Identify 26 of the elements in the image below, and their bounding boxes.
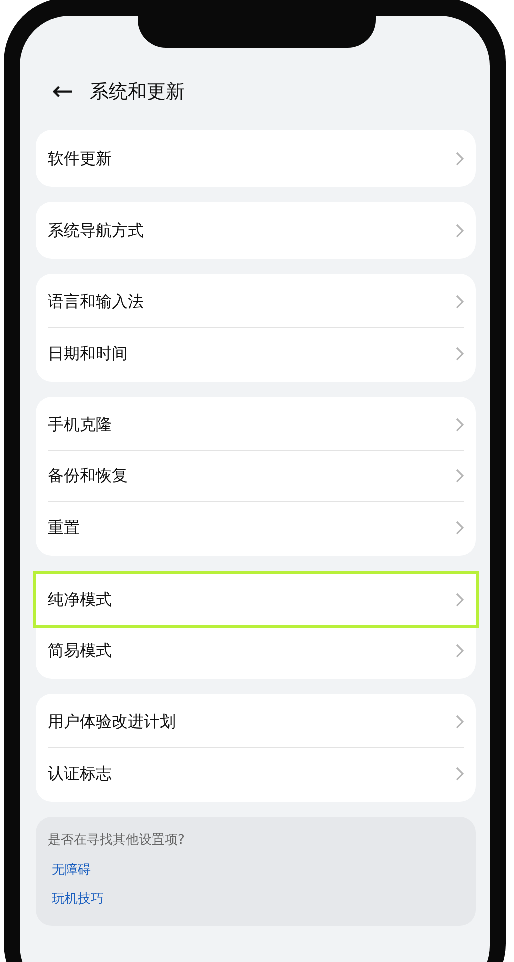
chevron-icon	[456, 346, 464, 360]
settings-item[interactable]: 软件更新	[48, 133, 464, 184]
settings-item[interactable]: 日期和时间	[48, 328, 464, 379]
settings-item[interactable]: 重置	[48, 502, 464, 553]
back-button[interactable]: ←	[48, 79, 78, 105]
chevron-icon	[456, 295, 464, 309]
chevron-icon	[456, 644, 464, 658]
settings-item[interactable]: 手机克隆	[48, 400, 464, 451]
settings-item[interactable]: 用户体验改进计划	[48, 697, 464, 748]
chevron-icon	[456, 592, 464, 606]
chevron-icon	[456, 152, 464, 166]
chevron-icon	[456, 469, 464, 483]
suggestion-link[interactable]: 玩机技巧	[52, 890, 104, 910]
settings-item[interactable]: 简易模式	[48, 625, 464, 676]
settings-item[interactable]: 系统导航方式	[48, 205, 464, 256]
chevron-icon	[456, 715, 464, 729]
chevron-icon	[456, 418, 464, 432]
suggestion-title: 是否在寻找其他设置项?	[48, 832, 186, 850]
settings-item[interactable]: 备份和恢复	[48, 451, 464, 502]
settings-item[interactable]: 语言和输入法	[48, 277, 464, 328]
chevron-icon	[456, 520, 464, 534]
suggestion-link[interactable]: 无障碍	[52, 860, 91, 880]
chevron-icon	[456, 224, 464, 238]
chevron-icon	[456, 766, 464, 780]
page-title: 系统和更新	[90, 80, 185, 105]
settings-item[interactable]: 认证标志	[48, 748, 464, 799]
